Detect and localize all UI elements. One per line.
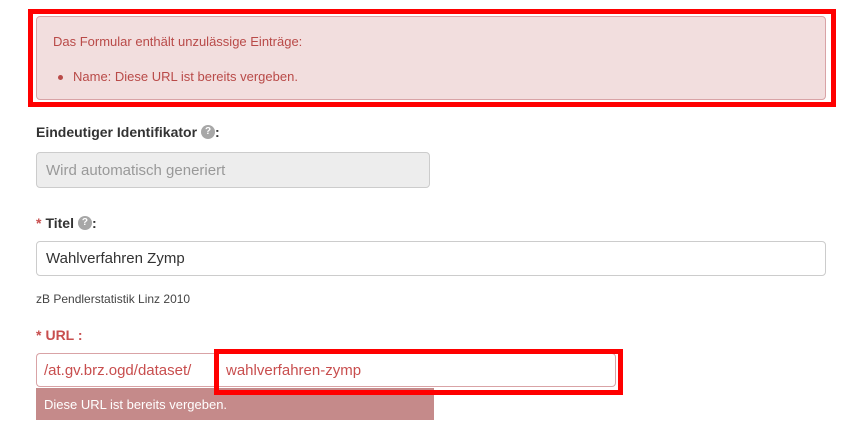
help-icon[interactable]: ?	[77, 216, 92, 230]
identifier-label-text: Eindeutiger Identifikator	[36, 124, 198, 140]
title-input[interactable]: Wahlverfahren Zymp	[36, 241, 826, 276]
error-highlight-box	[28, 9, 836, 107]
url-label: * URL :	[36, 327, 83, 343]
url-prefix: /at.gv.brz.ogd/dataset/	[36, 353, 216, 387]
title-label: * Titel ? :	[36, 215, 97, 231]
title-label-text: Titel	[45, 215, 74, 231]
title-label-suffix: :	[91, 215, 97, 231]
url-label-text: URL :	[45, 327, 83, 343]
identifier-value: Wird automatisch generiert	[46, 161, 226, 179]
required-mark: *	[36, 215, 42, 231]
identifier-input: Wird automatisch generiert	[36, 152, 430, 188]
title-hint: zB Pendlerstatistik Linz 2010	[36, 292, 191, 306]
help-icon[interactable]: ?	[201, 125, 216, 139]
required-mark: *	[36, 327, 42, 343]
url-highlight-box	[214, 349, 623, 395]
title-value: Wahlverfahren Zymp	[46, 250, 185, 267]
identifier-label-suffix: :	[215, 124, 220, 140]
identifier-label: Eindeutiger Identifikator ? :	[36, 124, 220, 140]
